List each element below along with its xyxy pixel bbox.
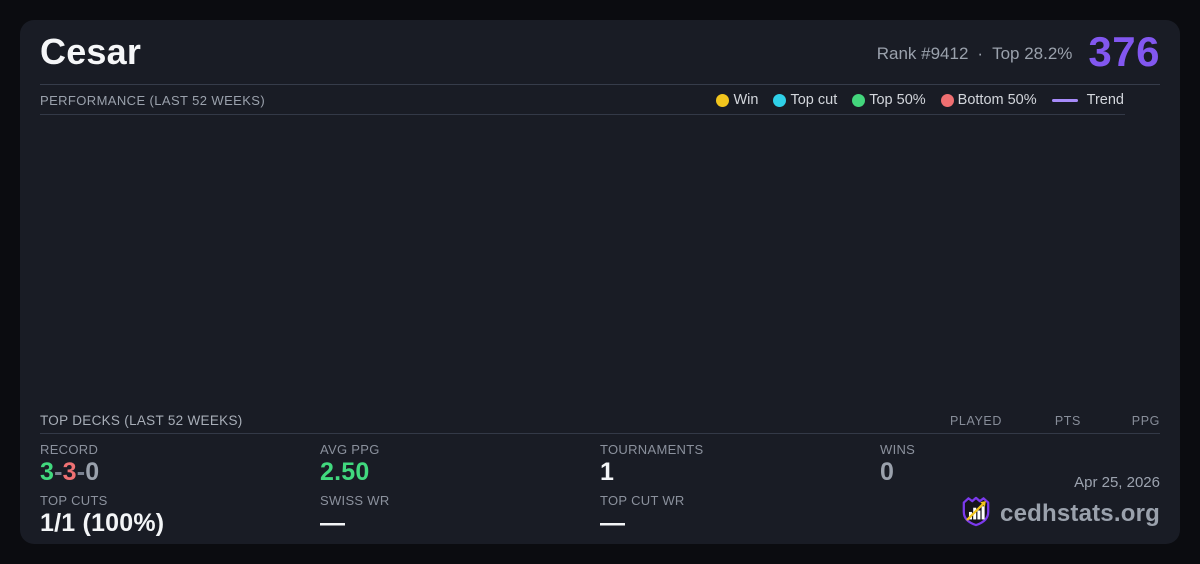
top-cuts-value: 1/1 (100%) (40, 509, 165, 537)
tournaments-value: 1 (600, 458, 615, 486)
generated-date: Apr 25, 2026 (1074, 474, 1160, 491)
player-stats-card: Cesar Rank #9412 · Top 28.2% 376 PERFORM… (20, 20, 1180, 544)
performance-header-row: PERFORMANCE (LAST 52 WEEKS) Win Top cut … (40, 85, 1160, 115)
bottom-50-dot-icon (940, 93, 954, 107)
stat-column-ppg: AVG PPG 2.50 SWISS WR — (320, 434, 600, 539)
legend-label: Win (733, 92, 759, 108)
player-score: 376 (1088, 28, 1160, 75)
legend-item-top-cut: Top cut (773, 92, 837, 108)
avg-ppg-label: AVG PPG (320, 442, 380, 457)
stat-column-record: RECORD 3-3-0 TOP CUTS 1/1 (100%) (40, 434, 320, 539)
brand: cedhstats.org (961, 495, 1160, 532)
header-right: Rank #9412 · Top 28.2% 376 (877, 28, 1160, 76)
top-cut-wr-label: TOP CUT WR (600, 493, 685, 508)
legend-label: Top 50% (869, 92, 926, 108)
top-50-dot-icon (852, 93, 866, 107)
top-cut-wr-value: — (600, 509, 626, 537)
rank-text: Rank #9412 (876, 44, 969, 63)
swiss-wr-value: — (320, 509, 346, 537)
avg-ppg-value: 2.50 (320, 458, 370, 486)
rank-line: Rank #9412 · Top 28.2% (877, 44, 1073, 64)
record-value: 3-3-0 (40, 457, 320, 488)
site-name: cedhstats.org (1000, 499, 1160, 527)
stat-column-tournaments: TOURNAMENTS 1 TOP CUT WR — (600, 434, 880, 539)
performance-chart-area (40, 115, 1160, 408)
rank-separator-dot: · (977, 44, 984, 63)
top-cut-dot-icon (773, 93, 787, 107)
record-separator: - (54, 458, 63, 486)
record-label: RECORD (40, 442, 99, 457)
footer-block: Apr 25, 2026 cedhstats.org (961, 474, 1160, 532)
legend-item-top-50: Top 50% (852, 92, 926, 108)
legend-label: Bottom 50% (957, 92, 1037, 108)
trend-line-icon (1051, 98, 1078, 102)
column-header-played: PLAYED (949, 413, 1002, 428)
legend-item-bottom-50: Bottom 50% (940, 92, 1037, 108)
record-draws: 0 (85, 458, 100, 486)
column-header-pts: PTS (1054, 413, 1081, 428)
chart-legend: Win Top cut Top 50% Bottom 50% Trend (716, 92, 1124, 108)
top-cuts-label: TOP CUTS (40, 493, 108, 508)
swiss-wr-label: SWISS WR (320, 493, 390, 508)
performance-section-label: PERFORMANCE (LAST 52 WEEKS) (40, 92, 266, 108)
legend-label: Trend (1086, 92, 1124, 108)
cedhstats-logo-icon (961, 495, 991, 532)
top-decks-section-label: TOP DECKS (LAST 52 WEEKS) (40, 413, 243, 428)
player-name: Cesar (40, 31, 142, 72)
record-wins: 3 (40, 458, 55, 486)
card-header: Cesar Rank #9412 · Top 28.2% 376 (40, 20, 1160, 85)
win-dot-icon (716, 93, 730, 107)
legend-item-win: Win (716, 92, 758, 108)
wins-label: WINS (880, 442, 916, 457)
column-header-ppg: PPG (1131, 413, 1160, 428)
legend-item-trend: Trend (1051, 92, 1124, 108)
top-decks-column-headers: PLAYED PTS PPG (923, 414, 1160, 428)
top-decks-header-row: TOP DECKS (LAST 52 WEEKS) PLAYED PTS PPG (40, 408, 1160, 434)
tournaments-label: TOURNAMENTS (600, 442, 704, 457)
record-separator: - (76, 458, 86, 486)
top-percent-text: Top 28.2% (992, 44, 1073, 63)
legend-label: Top cut (790, 92, 838, 108)
record-losses: 3 (62, 458, 77, 486)
